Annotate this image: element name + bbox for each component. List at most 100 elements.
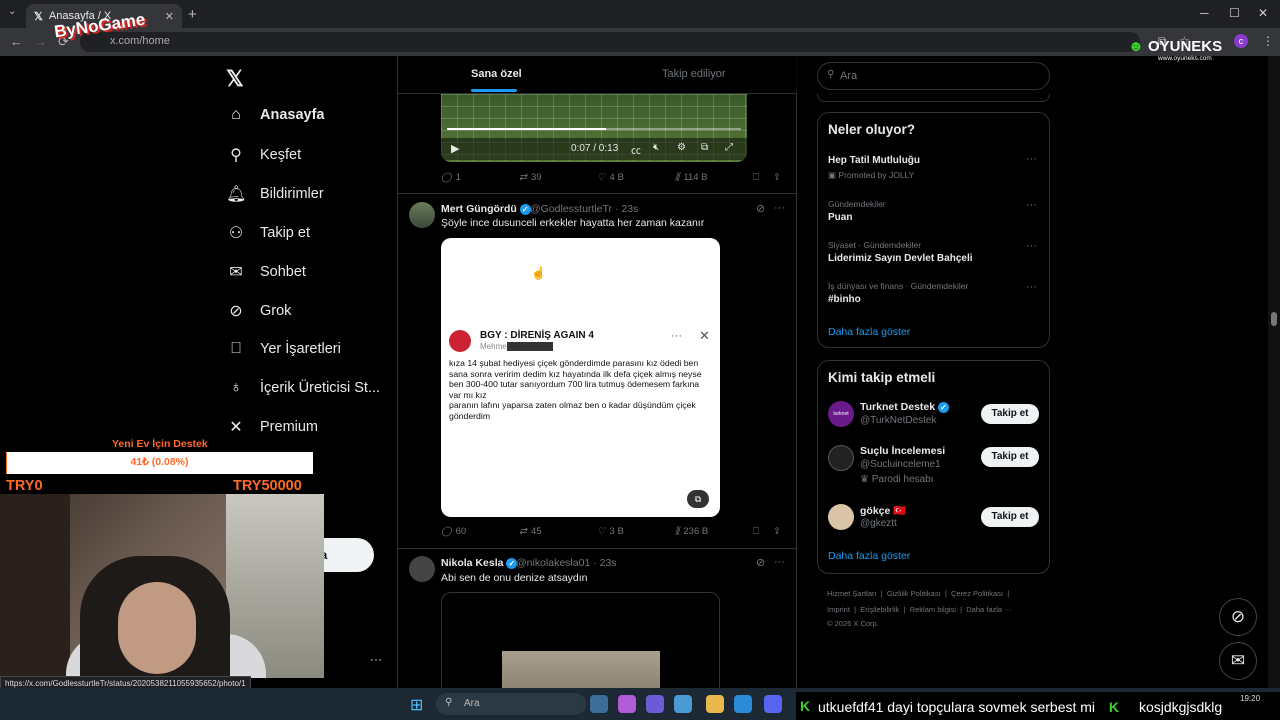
footer-link[interactable]: Gizlilik Politikası <box>887 589 941 598</box>
maximize-button[interactable]: ☐ <box>1229 6 1240 20</box>
close-window-button[interactable]: ✕ <box>1258 6 1268 20</box>
share-icon[interactable]: ⇪ <box>773 172 781 183</box>
trend-item[interactable]: Hep Tatil Mutluluğu <box>828 155 920 166</box>
mute-icon[interactable]: 🔇︎ <box>653 142 659 153</box>
profile-avatar[interactable]: c <box>1234 34 1248 48</box>
follow-name[interactable]: Suçlu İncelemesi <box>860 445 945 457</box>
search-input[interactable]: ⚲ Ara <box>817 62 1050 90</box>
avatar[interactable] <box>828 504 854 530</box>
footer-link[interactable]: Daha fazla ··· <box>966 605 1011 614</box>
account-more-icon[interactable]: ··· <box>370 652 382 666</box>
nav-bookmarks[interactable]: ⎕ Yer İşaretleri <box>226 340 341 358</box>
forward-button[interactable]: → <box>34 34 47 49</box>
avatar[interactable] <box>409 556 435 582</box>
follow-name[interactable]: Turknet Destek ✓ <box>860 401 950 413</box>
bookmark-icon[interactable]: ⎕ <box>753 172 759 183</box>
copilot-icon[interactable] <box>618 695 636 713</box>
tab-following[interactable]: Takip ediliyor <box>662 68 726 80</box>
nav-label: Bildirimler <box>260 186 324 202</box>
reply-icon: ◯ <box>441 172 452 183</box>
teams-icon[interactable] <box>646 695 664 713</box>
views-button[interactable]: ⫼ 114 B <box>675 172 708 183</box>
page-scrollbar[interactable] <box>1268 56 1280 688</box>
settings-icon[interactable]: ⚙ <box>677 142 686 153</box>
fullscreen-icon[interactable]: ⤢ <box>725 142 733 153</box>
tab-for-you[interactable]: Sana özel <box>471 68 522 80</box>
app-icon[interactable] <box>674 695 692 713</box>
new-tab-button[interactable]: + <box>188 6 197 23</box>
nav-grok[interactable]: ⊘ Grok <box>226 301 291 321</box>
show-more-link[interactable]: Daha fazla göster <box>828 550 910 562</box>
x-logo-icon[interactable]: 𝕏 <box>226 66 244 92</box>
post-handle[interactable]: @nikolakesla01 · 23s <box>516 557 617 569</box>
messages-fab-icon[interactable]: ✉ <box>1219 642 1257 680</box>
post-author[interactable]: Mert Güngördü ✓ <box>441 203 531 215</box>
nav-notifications[interactable]: 🔔︎ Bildirimler <box>226 184 324 204</box>
follow-button[interactable]: Takip et <box>981 507 1039 527</box>
play-icon[interactable]: ▶ <box>451 142 459 155</box>
footer-link[interactable]: Hizmet Şartları <box>827 589 877 598</box>
nav-explore[interactable]: ⚲ Keşfet <box>226 145 301 165</box>
nav-premium[interactable]: ✕ Premium <box>226 417 318 437</box>
discord-icon[interactable] <box>764 695 782 713</box>
bookmark-icon[interactable]: ⎕ <box>753 526 759 537</box>
footer-link[interactable]: Çerez Politikası <box>951 589 1003 598</box>
trend-item[interactable]: Liderimiz Sayın Devlet Bahçeli <box>828 253 973 264</box>
reply-button[interactable]: ◯ 60 <box>441 526 466 537</box>
grok-icon[interactable]: ⊘ <box>756 556 765 569</box>
post-handle[interactable]: @GodlessturtleTr · 23s <box>530 203 638 215</box>
footer-link[interactable]: Reklam bilgisi <box>910 605 956 614</box>
grok-icon[interactable]: ⊘ <box>756 202 765 215</box>
taskbar-search[interactable]: ⚲ Ara <box>436 693 586 715</box>
video-progress[interactable] <box>447 128 741 130</box>
footer-link[interactable]: Erişilebilirlik <box>860 605 899 614</box>
footer-link[interactable]: Imprint <box>827 605 850 614</box>
follow-name[interactable]: gökçe 🇹🇷 <box>860 504 906 517</box>
views-button[interactable]: ⫼ 236 B <box>675 526 708 537</box>
nav-messages[interactable]: ✉ Sohbet <box>226 262 306 282</box>
like-button[interactable]: ♡ 4 B <box>597 172 624 183</box>
post-image[interactable] <box>441 592 720 688</box>
nav-creator-studio[interactable]: ♁ İçerik Üreticisi St... <box>226 379 380 397</box>
taskview-icon[interactable] <box>590 695 608 713</box>
post-author[interactable]: Nikola Kesla ✓ <box>441 557 518 569</box>
trend-item[interactable]: Puan <box>828 212 852 223</box>
repost-button[interactable]: ⇄ 45 <box>519 526 542 537</box>
windows-start-icon[interactable]: ⊞ <box>410 695 423 715</box>
more-options-icon[interactable]: ··· <box>774 556 785 568</box>
show-more-link[interactable]: Daha fazla göster <box>828 326 910 338</box>
follow-button[interactable]: Takip et <box>981 404 1039 424</box>
tab-close-icon[interactable]: ✕ <box>165 10 174 23</box>
avatar[interactable]: turknet <box>828 401 854 427</box>
tab-list-icon[interactable]: ⌄ <box>8 6 16 17</box>
browser-menu-icon[interactable]: ⋮ <box>1262 34 1274 48</box>
avatar[interactable] <box>828 445 854 471</box>
avatar[interactable] <box>409 202 435 228</box>
minimize-button[interactable]: ─ <box>1200 6 1209 20</box>
reply-button[interactable]: ◯ 1 <box>441 172 461 183</box>
grok-fab-icon[interactable]: ⊘ <box>1219 598 1257 636</box>
nav-follow[interactable]: ⚇ Takip et <box>226 223 310 243</box>
trend-more-icon[interactable]: ··· <box>1026 153 1037 165</box>
trend-more-icon[interactable]: ··· <box>1026 199 1037 211</box>
pip-icon[interactable]: ⧉ <box>701 142 708 153</box>
post-video[interactable]: ▶ 0:07 / 0:13 ㏄ 🔇︎ ⚙ ⧉ ⤢ <box>441 94 747 162</box>
trend-more-icon[interactable]: ··· <box>1026 240 1037 252</box>
like-button[interactable]: ♡ 3 B <box>597 526 624 537</box>
file-explorer-icon[interactable] <box>706 695 724 713</box>
more-options-icon[interactable]: ··· <box>774 202 785 214</box>
trend-more-icon[interactable]: ··· <box>1026 281 1037 293</box>
trend-item[interactable]: #binho <box>828 294 861 305</box>
scrollbar-thumb[interactable] <box>1271 312 1277 326</box>
url-field[interactable]: x.com/home <box>80 32 1140 52</box>
edge-icon[interactable] <box>734 695 752 713</box>
search-icon: ⚲ <box>230 147 242 164</box>
nav-home[interactable]: ⌂ Anasayfa <box>226 106 324 124</box>
post-image[interactable]: ☝ BGY : DİRENİŞ AGAIN 4 Mehme ··· ✕ kıza… <box>441 238 720 517</box>
image-action-icon[interactable]: ⧉ <box>687 490 709 508</box>
back-button[interactable]: ← <box>10 34 23 49</box>
follow-button[interactable]: Takip et <box>981 447 1039 467</box>
share-icon[interactable]: ⇪ <box>773 526 781 537</box>
captions-icon[interactable]: ㏄ <box>631 142 641 157</box>
repost-button[interactable]: ⇄ 39 <box>519 172 542 183</box>
